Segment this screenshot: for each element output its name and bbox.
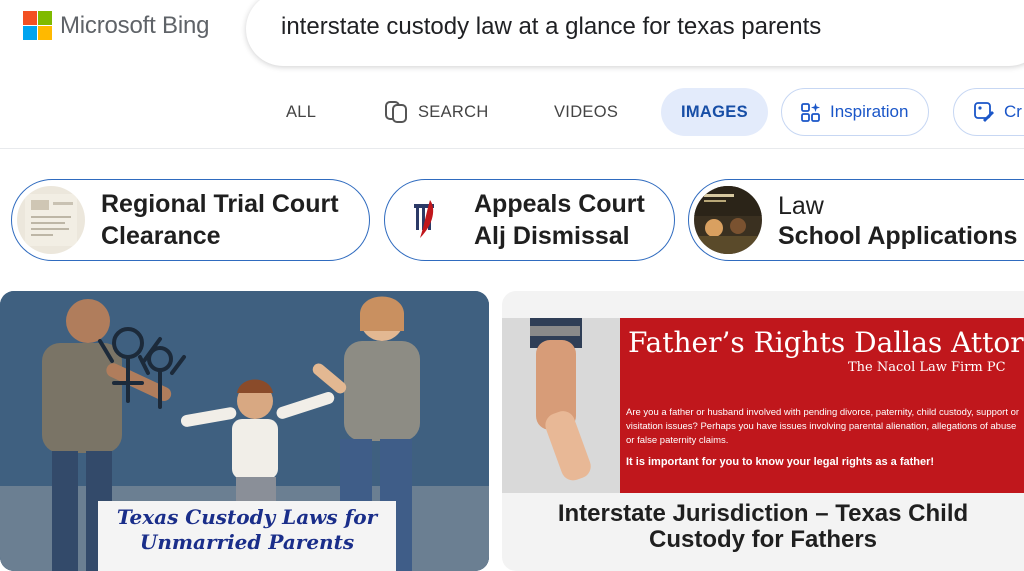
tab-videos[interactable]: VIDEOS bbox=[554, 88, 618, 136]
tab-create[interactable]: Cr bbox=[953, 88, 1024, 136]
document-thumbnail bbox=[17, 186, 85, 254]
tab-videos-label: VIDEOS bbox=[554, 102, 619, 121]
chip-label: Regional Trial Court Clearance bbox=[101, 188, 339, 252]
search-input[interactable]: interstate custody law at a glance for t… bbox=[246, 0, 1024, 66]
tab-all[interactable]: ALL bbox=[286, 88, 316, 136]
banner-callout: It is important for you to know your leg… bbox=[626, 456, 935, 468]
chip-line1: Appeals Court bbox=[474, 190, 645, 218]
tab-inspiration[interactable]: Inspiration bbox=[781, 88, 930, 136]
inspiration-icon bbox=[800, 101, 822, 123]
search-query[interactable]: interstate custody law at a glance for t… bbox=[281, 13, 821, 41]
banner-firm: The Nacol Law Firm PC bbox=[848, 360, 1006, 375]
microsoft-logo-icon bbox=[23, 11, 52, 40]
image-result-interstate-jurisdiction[interactable]: Father’s Rights Dallas Attorne The Nacol… bbox=[502, 291, 1024, 571]
related-chip-regional-trial-court[interactable]: Regional Trial Court Clearance bbox=[11, 179, 370, 261]
tab-inspiration-label: Inspiration bbox=[830, 102, 909, 121]
caption-line2: Unmarried Parents bbox=[139, 530, 355, 554]
related-chip-appeals-court[interactable]: Appeals Court Alj Dismissal bbox=[384, 179, 675, 261]
result-caption: Texas Custody Laws for Unmarried Parents bbox=[98, 501, 396, 571]
chip-label: Law School Applications I bbox=[778, 190, 1024, 250]
tab-images-label: IMAGES bbox=[681, 102, 748, 121]
chip-line1: Regional Trial Court bbox=[101, 190, 339, 218]
image-result-texas-custody[interactable]: Texas Custody Laws for Unmarried Parents bbox=[0, 291, 489, 571]
pillar-logo-thumbnail bbox=[390, 186, 458, 254]
chip-line2: Alj Dismissal bbox=[474, 222, 630, 250]
banner: Father’s Rights Dallas Attorne The Nacol… bbox=[502, 318, 1024, 493]
chip-line2: Clearance bbox=[101, 222, 221, 250]
tab-search[interactable]: SEARCH bbox=[382, 88, 489, 136]
create-icon bbox=[972, 100, 996, 124]
vertical-tabs: ALL SEARCH VIDEOS IMAGES Inspiration Cr bbox=[0, 88, 1024, 138]
result-caption: Interstate Jurisdiction – Texas Child Cu… bbox=[502, 501, 1024, 553]
caption-line2: Custody for Fathers bbox=[648, 526, 878, 553]
banner-body: Are you a father or husband involved wit… bbox=[626, 407, 1020, 446]
copilot-icon bbox=[382, 98, 410, 126]
classroom-thumbnail bbox=[694, 186, 762, 254]
related-chip-law-school[interactable]: Law School Applications I bbox=[688, 179, 1024, 261]
bing-logo[interactable]: Microsoft Bing bbox=[23, 11, 209, 40]
tab-all-label: ALL bbox=[286, 102, 317, 121]
caption-line1: Texas Custody Laws for bbox=[116, 505, 378, 529]
caption-line1: Interstate Jurisdiction – Texas Child bbox=[557, 500, 969, 527]
chip-label: Appeals Court Alj Dismissal bbox=[474, 188, 645, 252]
logo-text: Microsoft Bing bbox=[60, 11, 210, 39]
chip-line1: Law bbox=[778, 192, 824, 220]
hands-photo bbox=[502, 318, 620, 493]
banner-title: Father’s Rights Dallas Attorne bbox=[628, 326, 1024, 359]
chip-line2: School Applications I bbox=[778, 222, 1024, 250]
tab-images[interactable]: IMAGES bbox=[661, 88, 768, 136]
tab-search-label: SEARCH bbox=[418, 102, 489, 121]
tab-create-label: Cr bbox=[1004, 102, 1022, 121]
tabs-divider bbox=[0, 148, 1024, 149]
header: Microsoft Bing interstate custody law at… bbox=[0, 0, 1024, 66]
